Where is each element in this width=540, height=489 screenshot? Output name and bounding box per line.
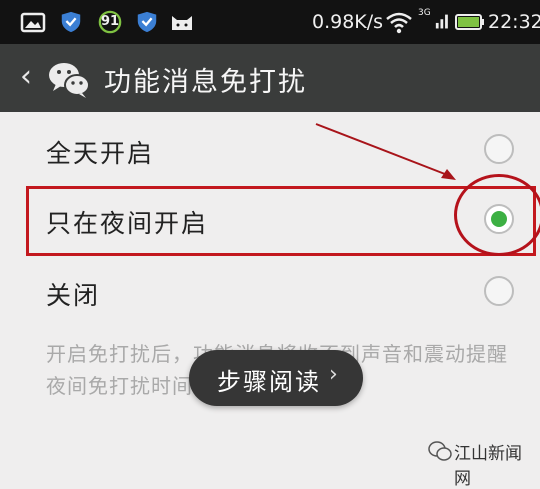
badge-number: 91 — [101, 14, 120, 29]
cat-icon — [172, 16, 192, 30]
wechat-logo-icon — [428, 441, 452, 461]
radio-button[interactable] — [484, 276, 514, 306]
network-label: 3G — [418, 8, 431, 18]
option-label: 全天开启 — [46, 139, 155, 168]
annotation-arrow — [315, 123, 456, 180]
shield-icon — [61, 11, 81, 33]
chevron-left-icon[interactable]: ‹ — [20, 59, 32, 94]
option-off[interactable]: 关闭 — [0, 256, 540, 328]
title-bar: ‹ 功能消息免打扰 — [0, 44, 540, 112]
battery-icon — [455, 14, 484, 30]
step-reading-label: 步骤阅读 — [217, 368, 321, 396]
step-reading-button[interactable]: 步骤阅读 › — [189, 350, 363, 406]
network-speed: 0.98K/s — [312, 11, 384, 33]
shield-icon — [137, 11, 157, 33]
wifi-icon — [386, 12, 412, 34]
image-icon — [20, 12, 46, 33]
watermark: 江山新闻网 — [428, 436, 538, 489]
watermark-text: 江山新闻网 — [454, 444, 522, 489]
clock: 22:32 — [488, 11, 540, 33]
option-label: 关闭 — [46, 281, 101, 310]
wechat-icon — [49, 63, 90, 98]
status-bar: 91 0.98K/s 3G 22:32 — [0, 0, 540, 44]
page-title: 功能消息免打扰 — [104, 67, 307, 98]
radio-button[interactable] — [484, 134, 514, 164]
chevron-right-icon: › — [329, 362, 338, 387]
